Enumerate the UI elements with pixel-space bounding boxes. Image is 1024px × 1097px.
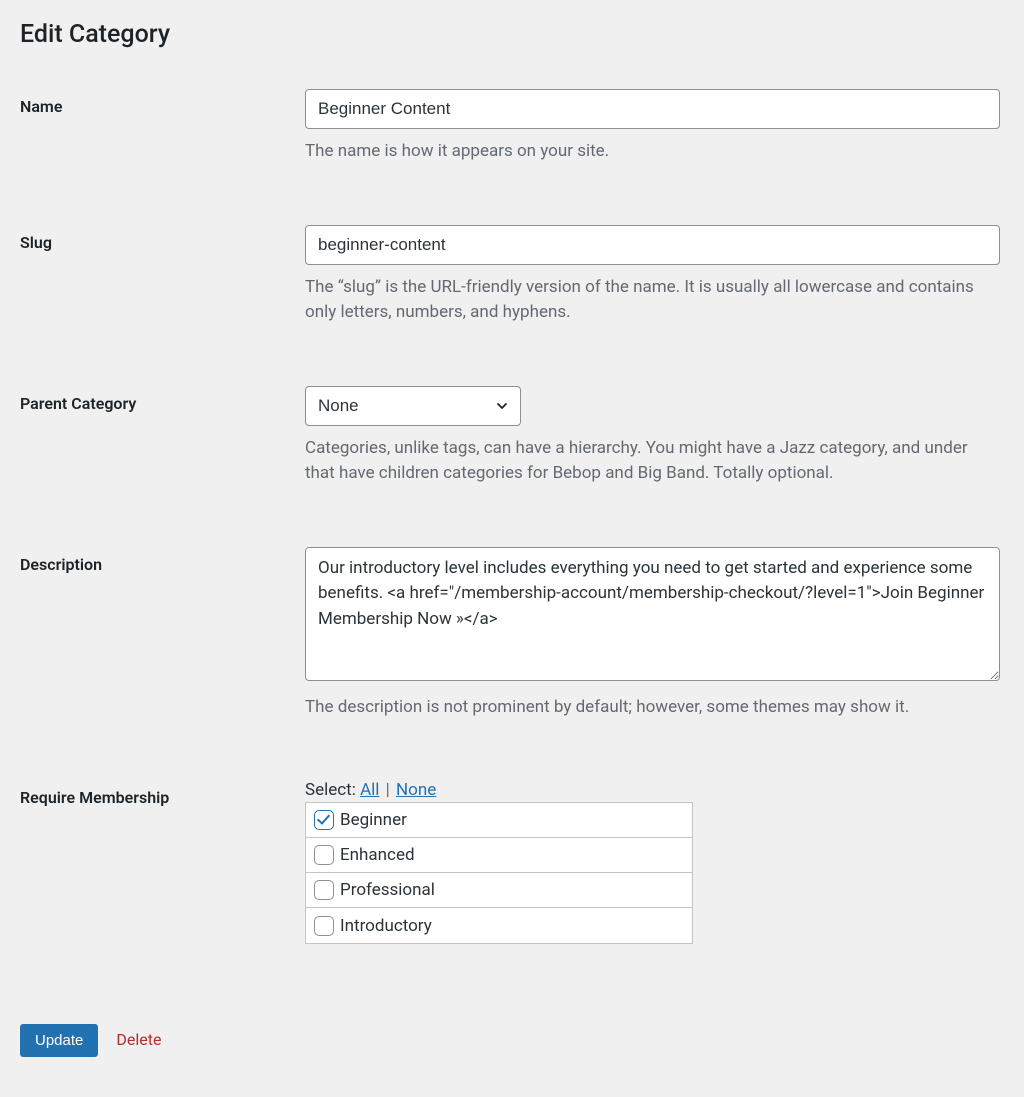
membership-item-label: Professional: [340, 880, 435, 900]
description-textarea[interactable]: Our introductory level includes everythi…: [305, 547, 1000, 681]
parent-help: Categories, unlike tags, can have a hier…: [305, 436, 1000, 487]
slug-help: The “slug” is the URL-friendly version o…: [305, 275, 1000, 326]
membership-checkbox-beginner[interactable]: [314, 810, 334, 830]
name-input[interactable]: [305, 89, 1000, 129]
edit-category-page: Edit Category Name The name is how it ap…: [0, 0, 1024, 1097]
membership-item-label: Introductory: [340, 916, 432, 936]
update-button[interactable]: Update: [20, 1024, 98, 1057]
edit-category-form: Name The name is how it appears on your …: [20, 79, 1004, 994]
membership-checkbox-introductory[interactable]: [314, 916, 334, 936]
membership-item-enhanced[interactable]: Enhanced: [306, 838, 692, 873]
name-help: The name is how it appears on your site.: [305, 139, 1000, 165]
membership-item-introductory[interactable]: Introductory: [306, 908, 692, 943]
delete-link[interactable]: Delete: [116, 1030, 161, 1049]
membership-item-label: Enhanced: [340, 845, 415, 865]
membership-select-row: Select: All | None: [305, 780, 1004, 800]
membership-select-prefix: Select:: [305, 780, 356, 800]
membership-item-beginner[interactable]: Beginner: [306, 803, 692, 838]
membership-checkbox-professional[interactable]: [314, 880, 334, 900]
slug-label: Slug: [20, 215, 305, 376]
parent-select[interactable]: None: [305, 386, 521, 426]
slug-input[interactable]: [305, 225, 1000, 265]
membership-checkbox-enhanced[interactable]: [314, 845, 334, 865]
membership-item-label: Beginner: [340, 810, 407, 830]
form-actions: Update Delete: [20, 1024, 1004, 1057]
name-label: Name: [20, 79, 305, 215]
description-help: The description is not prominent by defa…: [305, 695, 1000, 721]
membership-select-none[interactable]: None: [396, 780, 436, 800]
description-label: Description: [20, 537, 305, 771]
membership-label: Require Membership: [20, 770, 305, 994]
membership-item-professional[interactable]: Professional: [306, 873, 692, 908]
membership-select-separator: |: [381, 780, 394, 800]
parent-label: Parent Category: [20, 376, 305, 537]
membership-list: Beginner Enhanced Professional Intr: [305, 802, 693, 944]
page-title: Edit Category: [20, 20, 1004, 49]
membership-select-all[interactable]: All: [360, 780, 379, 800]
